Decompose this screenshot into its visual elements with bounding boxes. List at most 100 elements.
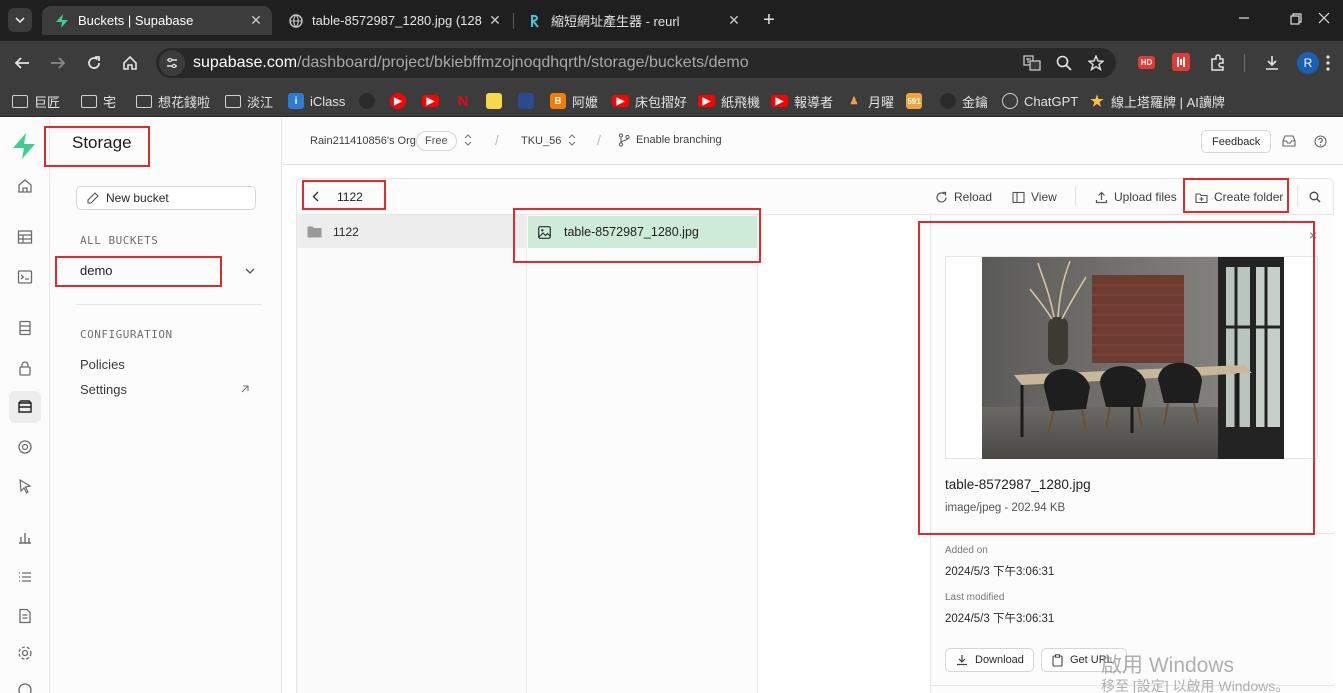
profile-avatar[interactable]: R <box>1297 52 1319 74</box>
help-icon[interactable] <box>1314 135 1327 148</box>
bookmark-folder[interactable]: 想花錢啦 <box>136 91 210 111</box>
create-folder-button[interactable]: Create folder <box>1195 188 1283 206</box>
back-folder-button[interactable] <box>312 191 319 202</box>
bookmark-label: 月曜 <box>868 94 895 110</box>
bookmark-youtube-music[interactable]: ▶ <box>390 91 412 111</box>
nav-table-editor[interactable] <box>9 221 41 253</box>
project-name[interactable]: TKU_56 <box>521 135 561 147</box>
menu-button[interactable] <box>1326 55 1332 73</box>
nav-logs[interactable] <box>9 561 41 593</box>
file-preview-panel: × table-8572987_1280.jpg image/jpeg - 20… <box>930 215 1334 693</box>
close-window-button[interactable] <box>1318 12 1334 28</box>
inbox-icon[interactable] <box>1282 134 1296 148</box>
project-switcher-icon[interactable] <box>568 134 576 146</box>
bucket-options-button[interactable] <box>240 261 260 281</box>
nav-home[interactable] <box>9 170 41 202</box>
columns-icon <box>1012 191 1025 203</box>
site-info-icon[interactable] <box>159 50 185 76</box>
translate-button[interactable] <box>1018 49 1046 77</box>
close-preview-icon[interactable]: × <box>1309 227 1317 243</box>
bookmark-chatgpt[interactable]: ChatGPT <box>1002 91 1078 111</box>
new-tab-button[interactable]: + <box>758 9 780 31</box>
extensions-button[interactable] <box>1204 49 1232 77</box>
table-icon <box>17 230 33 244</box>
red-extension-icon[interactable] <box>1172 53 1190 71</box>
enable-branching-button[interactable]: Enable branching <box>618 133 722 147</box>
tab-title: 縮短網址產生器 - reurl <box>551 14 680 29</box>
org-switcher-icon[interactable] <box>464 134 472 146</box>
bookmark-folder[interactable]: 宅 <box>81 91 116 111</box>
storage-icon <box>18 400 32 413</box>
youtube-music-icon: ▶ <box>390 93 406 109</box>
folder-row[interactable]: 1122 <box>297 215 526 248</box>
game-icon <box>518 93 534 109</box>
bookmark-github[interactable]: 金鑰 <box>940 91 988 111</box>
settings-link[interactable]: Settings <box>80 382 127 397</box>
bookmark-github[interactable] <box>359 91 381 111</box>
tab-close-icon[interactable]: ✕ <box>724 12 744 29</box>
supabase-favicon-icon <box>54 13 70 29</box>
bookmark-game[interactable] <box>518 91 540 111</box>
nav-search[interactable] <box>9 674 41 693</box>
org-name[interactable]: Rain211410856's Org <box>310 135 416 147</box>
lemon-icon <box>486 93 502 109</box>
url-path: /dashboard/project/bkiebffmzojnoqdhqrth/… <box>297 54 749 71</box>
reload-label: Reload <box>954 190 993 204</box>
search-files-button[interactable] <box>1309 191 1321 203</box>
bookmark-tarot[interactable]: ★ 線上塔羅牌 | AI讀牌 <box>1089 91 1225 111</box>
bookmark-youtube[interactable]: ▶ <box>422 91 445 111</box>
nav-sql-editor[interactable] <box>9 261 41 293</box>
zoom-button[interactable] <box>1050 49 1078 77</box>
chevron-down-icon <box>245 268 255 274</box>
view-button[interactable]: View <box>1012 188 1057 206</box>
nav-storage[interactable] <box>9 391 41 423</box>
nav-reports[interactable] <box>9 521 41 553</box>
tab-search-button[interactable] <box>8 8 32 32</box>
file-row[interactable]: table-8572987_1280.jpg <box>528 216 757 248</box>
policies-link[interactable]: Policies <box>80 357 125 372</box>
breadcrumb-folder[interactable]: 1122 <box>337 190 363 204</box>
tab-close-icon[interactable]: ✕ <box>485 12 505 29</box>
bookmark-figure[interactable]: ♟ 月曜 <box>846 91 894 111</box>
reload-page-button[interactable] <box>80 49 108 77</box>
home-button[interactable] <box>116 49 144 77</box>
nav-realtime[interactable] <box>9 470 41 502</box>
all-buckets-heading: ALL BUCKETS <box>80 234 159 247</box>
download-button[interactable]: Download <box>945 648 1034 672</box>
bookmark-iclass[interactable]: i iClass <box>288 91 345 111</box>
nav-api-docs[interactable] <box>9 600 41 632</box>
nav-authentication[interactable] <box>9 352 41 384</box>
minimize-button[interactable] <box>1238 12 1258 28</box>
bookmark-star-button[interactable] <box>1082 49 1110 77</box>
bookmark-youtube[interactable]: ▶ 紙飛機 <box>698 91 760 111</box>
tab-reurl[interactable]: 縮短網址產生器 - reurl ✕ <box>515 6 750 35</box>
restore-button[interactable] <box>1290 13 1304 27</box>
bookmark-591[interactable]: 591 <box>906 91 928 111</box>
reload-button[interactable]: Reload <box>935 188 992 206</box>
nav-database[interactable] <box>9 312 41 344</box>
forward-button[interactable] <box>44 49 72 77</box>
feedback-button[interactable]: Feedback <box>1201 130 1272 153</box>
back-button[interactable] <box>8 49 36 77</box>
tab-image[interactable]: table-8572987_1280.jpg (128 ✕ <box>276 6 511 35</box>
supabase-logo-icon[interactable] <box>12 133 36 159</box>
tab-close-icon[interactable]: ✕ <box>246 12 266 29</box>
nav-edge-functions[interactable] <box>9 431 41 463</box>
new-bucket-button[interactable]: New bucket <box>76 186 256 210</box>
bookmark-lemon[interactable] <box>486 91 508 111</box>
nav-settings[interactable] <box>9 637 41 669</box>
bookmark-label: 阿嬤 <box>572 94 599 110</box>
upload-files-button[interactable]: Upload files <box>1095 188 1177 206</box>
bookmark-netflix[interactable]: N <box>455 91 477 111</box>
bookmark-youtube[interactable]: ▶ 報導者 <box>771 91 833 111</box>
bookmark-youtube[interactable]: ▶ 床包摺好 <box>612 91 687 111</box>
bucket-item-demo[interactable]: demo <box>70 260 266 282</box>
tab-supabase[interactable]: Buckets | Supabase ✕ <box>42 6 272 35</box>
bookmark-blogger[interactable]: B 阿嬤 <box>550 91 598 111</box>
bookmark-folder[interactable]: 淡江 <box>225 91 273 111</box>
address-bar[interactable]: supabase.com/dashboard/project/bkiebffmz… <box>156 48 1116 78</box>
downloads-button[interactable] <box>1258 49 1286 77</box>
tab-title: table-8572987_1280.jpg (128 <box>312 13 482 28</box>
hd-extension-icon[interactable]: HD <box>1138 56 1155 69</box>
bookmark-folder[interactable]: 巨匠 <box>12 91 60 111</box>
